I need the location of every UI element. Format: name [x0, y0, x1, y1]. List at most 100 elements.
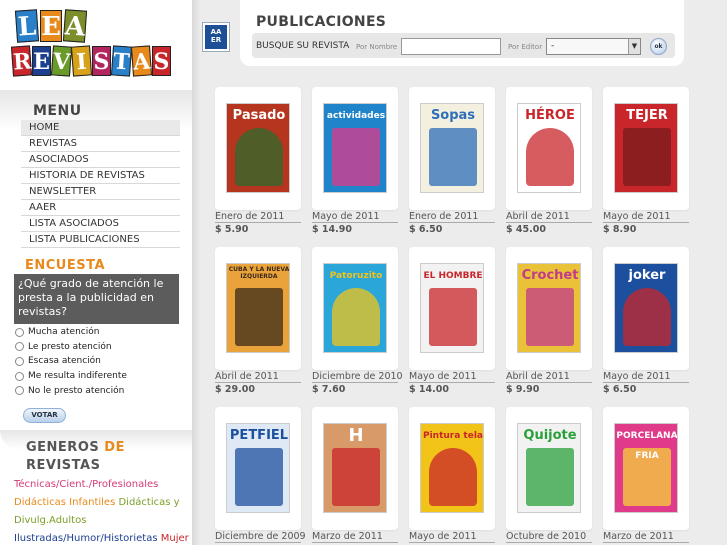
poll-option[interactable]: Escasa atención: [15, 354, 127, 369]
vote-button[interactable]: VOTAR: [23, 408, 66, 423]
aaer-logo[interactable]: AA ER: [203, 23, 229, 51]
menu-item-lista-publicaciones[interactable]: LISTA PUBLICACIONES: [21, 232, 180, 248]
magazine-card[interactable]: PETFIEL Diciembre de 2009: [215, 407, 306, 543]
magazine-cover[interactable]: EL HOMBRE: [420, 263, 484, 353]
magazine-card[interactable]: Quijote Octubre de 2010: [506, 407, 592, 543]
menu-item-revistas[interactable]: REVISTAS: [21, 136, 180, 152]
radio-button[interactable]: [15, 371, 24, 381]
magazine-cover[interactable]: Pasado: [226, 103, 290, 193]
magazine-cover[interactable]: actividades: [323, 103, 387, 193]
magazine-date: Marzo de 2011: [312, 530, 398, 543]
radio-button[interactable]: [15, 386, 24, 396]
magazine-card[interactable]: HÉROE Abril de 2011 $ 45.00: [506, 87, 592, 236]
poll-option-label: Le presto atención: [28, 341, 112, 352]
magazine-thumbnail[interactable]: Sopas: [409, 87, 495, 210]
magazine-card[interactable]: H Marzo de 2011: [312, 407, 398, 543]
magazine-thumbnail[interactable]: PORCELANA FRIA: [603, 407, 689, 530]
magazine-cover[interactable]: Crochet: [517, 263, 581, 353]
magazine-thumbnail[interactable]: actividades: [312, 87, 398, 210]
magazine-cover[interactable]: Quijote: [517, 423, 581, 513]
magazine-card[interactable]: TEJER Mayo de 2011 $ 8.90: [603, 87, 689, 236]
magazine-cover[interactable]: PETFIEL: [226, 423, 290, 513]
poll-option[interactable]: Me resulta indiferente: [15, 369, 127, 384]
cover-masthead: TEJER: [626, 108, 668, 123]
editor-select[interactable]: - ▼: [546, 38, 641, 55]
magazine-thumbnail[interactable]: Pasado: [215, 87, 301, 210]
poll-option[interactable]: Le presto atención: [15, 340, 127, 355]
menu-item-home[interactable]: HOME: [21, 120, 180, 136]
magazine-card[interactable]: Pintura tela Mayo de 2011: [409, 407, 495, 543]
magazine-date: Abril de 2011: [506, 370, 592, 383]
chevron-down-icon[interactable]: ▼: [628, 39, 640, 54]
magazine-price: $ 6.50: [409, 224, 443, 235]
menu-item-asociados[interactable]: ASOCIADOS: [21, 152, 180, 168]
cover-art: [332, 128, 380, 186]
magazine-thumbnail[interactable]: CUBA Y LA NUEVA IZQUIERDA: [215, 247, 301, 370]
magazine-thumbnail[interactable]: HÉROE: [506, 87, 592, 210]
page-title: PUBLICACIONES: [256, 14, 387, 30]
magazine-date: Enero de 2011: [215, 210, 301, 223]
genres-list: Técnicas/Cient./Profesionales Didácticas…: [14, 476, 190, 545]
magazine-card[interactable]: actividades Mayo de 2011 $ 14.90: [312, 87, 398, 236]
magazine-cover[interactable]: joker: [614, 263, 678, 353]
magazine-cover[interactable]: CUBA Y LA NUEVA IZQUIERDA: [226, 263, 290, 353]
radio-button[interactable]: [15, 327, 24, 337]
cover-masthead: CUBA Y LA NUEVA IZQUIERDA: [228, 266, 290, 280]
magazine-cover[interactable]: Patoruzito: [323, 263, 387, 353]
magazine-thumbnail[interactable]: Crochet: [506, 247, 592, 370]
menu-item-historia-de-revistas[interactable]: HISTORIA DE REVISTAS: [21, 168, 180, 184]
magazine-thumbnail[interactable]: H: [312, 407, 398, 530]
cover-masthead: Quijote: [523, 428, 577, 443]
magazine-cover[interactable]: Sopas: [420, 103, 484, 193]
magazine-cover[interactable]: Pintura tela: [420, 423, 484, 513]
magazine-date: Mayo de 2011: [312, 210, 398, 223]
cover-art: [332, 448, 380, 506]
cover-art: [332, 288, 380, 346]
magazine-date: Enero de 2011: [409, 210, 495, 223]
magazine-card[interactable]: CUBA Y LA NUEVA IZQUIERDA Abril de 2011 $ …: [215, 247, 301, 396]
magazine-card[interactable]: Pasado Enero de 2011 $ 5.90: [215, 87, 301, 236]
magazine-price: $ 29.00: [215, 384, 255, 395]
logo-letter: A: [130, 45, 153, 77]
menu-item-newsletter[interactable]: NEWSLETTER: [21, 184, 180, 200]
magazine-card[interactable]: joker Mayo de 2011 $ 6.50: [603, 247, 689, 396]
magazine-date: Marzo de 2011: [603, 530, 689, 543]
lea-revistas-logo[interactable]: LEA REVISTAS: [10, 8, 182, 80]
magazine-thumbnail[interactable]: PETFIEL: [215, 407, 301, 530]
logo-letter: A: [62, 9, 88, 43]
genre-link[interactable]: Ilustradas/Humor/Historietas: [14, 533, 158, 544]
name-search-input[interactable]: [401, 38, 501, 55]
magazine-thumbnail[interactable]: Patoruzito: [312, 247, 398, 370]
poll-option[interactable]: No le presto atención: [15, 383, 127, 398]
magazine-cover[interactable]: PORCELANA FRIA: [614, 423, 678, 513]
magazine-cover[interactable]: H: [323, 423, 387, 513]
sidebar: LEA REVISTAS MENU HOME REVISTAS ASOCIADOS H…: [0, 0, 192, 545]
radio-button[interactable]: [15, 342, 24, 352]
cover-masthead: joker: [628, 268, 666, 283]
menu-item-lista-asociados[interactable]: LISTA ASOCIADOS: [21, 216, 180, 232]
magazine-thumbnail[interactable]: Quijote: [506, 407, 592, 530]
logo-row-2: REVISTAS: [10, 45, 172, 77]
magazine-cover[interactable]: HÉROE: [517, 103, 581, 193]
magazine-thumbnail[interactable]: TEJER: [603, 87, 689, 210]
magazine-cover[interactable]: TEJER: [614, 103, 678, 193]
magazine-thumbnail[interactable]: EL HOMBRE: [409, 247, 495, 370]
poll-option[interactable]: Mucha atención: [15, 325, 127, 340]
magazine-card[interactable]: PORCELANA FRIA Marzo de 2011: [603, 407, 689, 543]
magazine-thumbnail[interactable]: Pintura tela: [409, 407, 495, 530]
magazine-thumbnail[interactable]: joker: [603, 247, 689, 370]
genre-link[interactable]: Didácticas Infantiles: [14, 497, 115, 508]
cover-masthead: Sopas: [430, 108, 476, 123]
magazine-price: $ 5.90: [215, 224, 249, 235]
genre-link[interactable]: Técnicas/Cient./Profesionales: [14, 479, 158, 490]
menu-item-aaer[interactable]: AAER: [21, 200, 180, 216]
cover-art: [526, 448, 574, 506]
magazine-card[interactable]: Sopas Enero de 2011 $ 6.50: [409, 87, 495, 236]
magazine-card[interactable]: Patoruzito Diciembre de 2010 $ 7.60: [312, 247, 403, 396]
ok-button[interactable]: ok: [650, 38, 667, 55]
magazine-card[interactable]: Crochet Abril de 2011 $ 9.90: [506, 247, 592, 396]
poll-question: ¿Qué grado de atención le presta a la pu…: [14, 274, 179, 324]
radio-button[interactable]: [15, 356, 24, 366]
cover-masthead: H: [348, 425, 364, 446]
magazine-card[interactable]: EL HOMBRE Mayo de 2011 $ 14.00: [409, 247, 495, 396]
